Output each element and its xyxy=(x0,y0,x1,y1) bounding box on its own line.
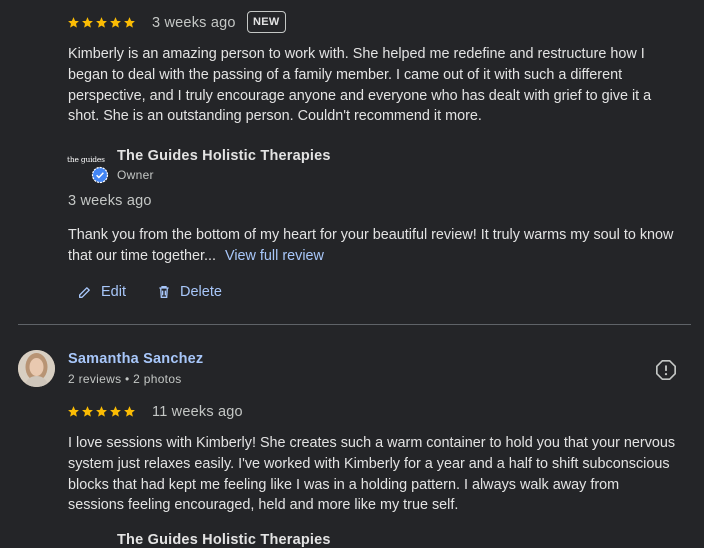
review2-text: I love sessions with Kimberly! She creat… xyxy=(68,435,676,514)
star-icon xyxy=(82,406,93,417)
owner-reply-date: 3 weeks ago xyxy=(68,193,152,209)
review1-rating-stars xyxy=(67,16,136,29)
star-icon xyxy=(82,17,93,28)
edit-label: Edit xyxy=(101,284,126,300)
owner-role: Owner xyxy=(117,168,154,182)
star-icon xyxy=(110,406,121,417)
review-divider xyxy=(18,324,691,325)
star-icon xyxy=(124,406,135,417)
review2-rating-stars xyxy=(67,405,136,418)
trash-icon xyxy=(159,286,169,298)
review1-text: Kimberly is an amazing person to work wi… xyxy=(68,46,652,125)
view-full-review-link[interactable]: View full review xyxy=(225,248,324,264)
owner-name[interactable]: The Guides Holistic Therapies xyxy=(117,148,331,164)
pencil-icon xyxy=(79,287,90,298)
review2-date: 11 weeks ago xyxy=(152,404,243,420)
star-icon xyxy=(68,17,79,28)
delete-button[interactable]: Delete xyxy=(156,284,222,300)
reviewer-avatar[interactable] xyxy=(18,350,55,387)
delete-label: Delete xyxy=(180,284,222,300)
star-icon xyxy=(110,17,121,28)
avatar-photo xyxy=(18,350,55,387)
star-icon xyxy=(96,17,107,28)
star-icon xyxy=(124,17,135,28)
new-badge: NEW xyxy=(247,11,286,33)
owner-logo: the guides xyxy=(67,155,109,185)
review1-date: 3 weeks ago xyxy=(152,15,236,31)
star-icon xyxy=(68,406,79,417)
star-icon xyxy=(96,406,107,417)
review2-owner-name-partial: The Guides Holistic Therapies xyxy=(117,532,331,548)
owner-logo-text: the guides xyxy=(67,155,105,164)
reviewer-meta: 2 reviews • 2 photos xyxy=(68,372,182,386)
edit-button[interactable]: Edit xyxy=(77,284,126,300)
reviewer-name[interactable]: Samantha Sanchez xyxy=(68,351,203,367)
report-icon[interactable] xyxy=(655,359,677,381)
owner-reply-text: Thank you from the bottom of my heart fo… xyxy=(68,225,678,267)
verified-badge-icon xyxy=(91,166,109,184)
owner-reply-body: Thank you from the bottom of my heart fo… xyxy=(68,227,674,264)
